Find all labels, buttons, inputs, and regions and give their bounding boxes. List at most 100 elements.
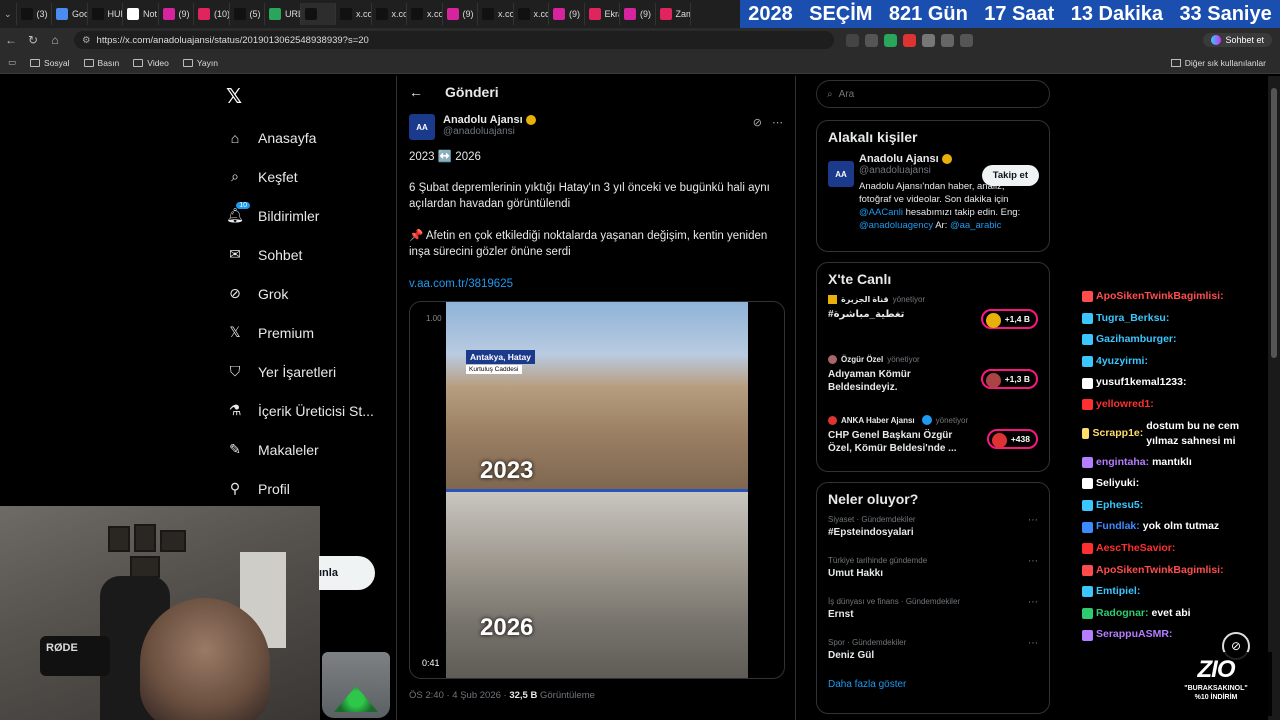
post-views-label: Görüntüleme xyxy=(539,690,595,701)
more-options-icon[interactable]: ⋯ xyxy=(1028,638,1038,649)
bookmark-folder-sosyal[interactable]: Sosyal xyxy=(30,58,70,68)
video-player[interactable]: 1.00 Antakya, Hatay Kurtuluş Caddesi 202… xyxy=(409,301,785,679)
related-people-card: Alakalı kişiler AA Anadolu Ajansı @anado… xyxy=(816,120,1050,252)
sidebar-item-chat[interactable]: ✉ Sohbet xyxy=(226,235,374,274)
video-frame[interactable]: Antakya, Hatay Kurtuluş Caddesi 2023 202… xyxy=(446,302,748,678)
sidebar-item-grok[interactable]: ⊘ Grok xyxy=(226,274,374,313)
avatar[interactable]: AA xyxy=(409,114,435,140)
sidebar-item-explore[interactable]: ⌕ Keşfet xyxy=(226,157,374,196)
trend-item[interactable]: İş dünyası ve finans · Gündemdekiler Erns… xyxy=(828,597,1038,628)
extension-icon[interactable] xyxy=(960,33,973,47)
trend-item[interactable]: Türkiye tarihinde gündemde Umut Hakkı ⋯ xyxy=(828,556,1038,587)
browser-tab[interactable]: (9) xyxy=(549,3,585,25)
follow-button[interactable]: Takip et xyxy=(981,165,1039,186)
browser-tab[interactable]: x.co xyxy=(478,3,514,25)
extension-icon[interactable] xyxy=(941,33,954,47)
related-name[interactable]: Anadolu Ajansı xyxy=(859,153,939,165)
browser-tab[interactable] xyxy=(300,3,337,25)
browser-tab[interactable]: x.co xyxy=(336,3,372,25)
browser-tab[interactable]: URL xyxy=(265,3,301,25)
more-options-icon[interactable]: ⋯ xyxy=(1028,556,1038,567)
browser-tab[interactable]: (10) xyxy=(194,3,230,25)
webcam-overlay: RØDE xyxy=(0,506,320,720)
x-logo-icon[interactable]: 𝕏 xyxy=(226,84,242,109)
sidebar-item-home[interactable]: ⌂ Anasayfa xyxy=(226,118,374,157)
post-timestamp[interactable]: ÖS 2:40 · 4 Şub 2026 · xyxy=(409,690,507,701)
bio-link[interactable]: @AACanli xyxy=(859,207,903,218)
browser-tab[interactable]: x.co xyxy=(372,3,408,25)
extension-icon[interactable] xyxy=(865,33,878,47)
author-handle[interactable]: @anadoluajansi xyxy=(443,126,536,137)
bio-link[interactable]: @aa_arabic xyxy=(950,220,1001,231)
live-listeners-pill[interactable]: +438 xyxy=(986,429,1038,449)
post-button[interactable]: ınla xyxy=(319,556,375,590)
avatar[interactable]: AA xyxy=(828,161,854,187)
more-options-icon[interactable]: ⋯ xyxy=(1028,515,1038,526)
home-icon[interactable]: ⌂ xyxy=(44,33,66,47)
chat-badge-icon xyxy=(1082,428,1090,440)
sidebar-item-profile[interactable]: ⚲ Profil xyxy=(226,469,374,508)
browser-tab[interactable]: Zam xyxy=(656,3,692,25)
site-info-icon[interactable]: ⚙ xyxy=(82,35,91,46)
sidebar-item-bookmarks[interactable]: ⛉ Yer İşaretleri xyxy=(226,352,374,391)
author-name[interactable]: Anadolu Ajansı xyxy=(443,114,523,126)
scrollbar-thumb[interactable] xyxy=(1271,88,1277,358)
browser-tab[interactable]: (9) xyxy=(620,3,656,25)
back-arrow-icon[interactable]: ← xyxy=(0,33,22,47)
browser-tab[interactable]: Goo xyxy=(52,3,88,25)
show-more-link[interactable]: Daha fazla göster xyxy=(828,679,1038,690)
extension-icon[interactable] xyxy=(922,33,935,47)
host-avatar xyxy=(828,415,837,425)
video-location-label: Antakya, Hatay xyxy=(466,350,535,364)
wall-frame xyxy=(160,530,186,552)
search-input[interactable]: ⌕ Ara xyxy=(816,80,1050,108)
grok-explain-icon[interactable]: ⊘ xyxy=(753,116,762,129)
bookmark-folder-yayin[interactable]: Yayın xyxy=(182,58,218,68)
copilot-chat-button[interactable]: Sohbet et xyxy=(1203,33,1272,47)
live-item[interactable]: قناة الجزيرة yönetiyor #تغطية_مباشرة +1,4… xyxy=(828,295,1038,343)
countdown-days: 821 Gün xyxy=(888,2,968,25)
reading-list-icon[interactable]: ▭ xyxy=(8,57,16,68)
browser-tab[interactable]: Not xyxy=(123,3,159,25)
more-options-icon[interactable]: ⋯ xyxy=(772,116,783,129)
extension-icon[interactable] xyxy=(903,33,916,47)
tab-label: x.co xyxy=(391,9,408,19)
browser-tab[interactable]: HUF xyxy=(88,3,124,25)
back-arrow-icon[interactable]: ← xyxy=(409,84,423,100)
chat-message: AescTheSavior: xyxy=(1082,538,1272,560)
browser-tab[interactable]: x.co xyxy=(514,3,550,25)
browser-tab[interactable]: x.co xyxy=(407,3,443,25)
reload-icon[interactable]: ↻ xyxy=(22,33,44,47)
browser-tab[interactable]: (9) xyxy=(443,3,479,25)
bookmark-folder-basin[interactable]: Basın xyxy=(83,58,119,68)
trend-item[interactable]: Spor · Gündemdekiler Deniz Gül ⋯ xyxy=(828,638,1038,669)
live-listeners-pill[interactable]: +1,4 B xyxy=(980,309,1038,329)
page-scrollbar[interactable] xyxy=(1268,76,1280,720)
bookmark-folder-video[interactable]: Video xyxy=(133,58,169,68)
extension-icon[interactable] xyxy=(846,33,859,47)
chat-text: evet abi xyxy=(1151,606,1191,619)
other-bookmarks[interactable]: Diğer sık kullanılanlar xyxy=(1170,58,1266,68)
browser-tab[interactable]: (3) xyxy=(17,3,53,25)
live-item[interactable]: ANKA Haber Ajansı yönetiyor CHP Genel Baş… xyxy=(828,415,1038,463)
sidebar-item-creator-studio[interactable]: ⚗ İçerik Üreticisi St... xyxy=(226,391,374,430)
browser-tab[interactable]: Ekra xyxy=(585,3,621,25)
sidebar-item-articles[interactable]: ✎ Makaleler xyxy=(226,430,374,469)
post-link[interactable]: v.aa.com.tr/3819625 xyxy=(409,276,785,292)
bio-link[interactable]: @anadoluagency xyxy=(859,220,933,231)
tab-favicon-icon xyxy=(233,8,246,20)
trend-item[interactable]: Siyaset · Gündemdekiler #Epsteindosyalari… xyxy=(828,515,1038,546)
browser-tab[interactable]: (9) xyxy=(159,3,195,25)
post-author[interactable]: AA Anadolu Ajansı @anadoluajansi xyxy=(409,114,536,140)
chat-username: Fundlak: xyxy=(1096,520,1140,533)
live-listeners-pill[interactable]: +1,3 B xyxy=(980,369,1038,389)
browser-tab[interactable]: (5) xyxy=(230,3,266,25)
sidebar-item-notifications[interactable]: 🔔︎ 10 Bildirimler xyxy=(226,196,374,235)
live-item[interactable]: Özgür Özel yönetiyor Adıyaman Kömür Belde… xyxy=(828,355,1038,403)
sidebar-item-premium[interactable]: 𝕏 Premium xyxy=(226,313,374,352)
tab-list-button[interactable]: ⌄ xyxy=(0,3,17,25)
url-field[interactable]: ⚙ https://x.com/anadoluajansi/status/201… xyxy=(74,31,834,49)
more-options-icon[interactable]: ⋯ xyxy=(1028,597,1038,608)
chat-username: SerappuASMR: xyxy=(1096,628,1173,641)
extension-icon[interactable] xyxy=(884,33,897,47)
